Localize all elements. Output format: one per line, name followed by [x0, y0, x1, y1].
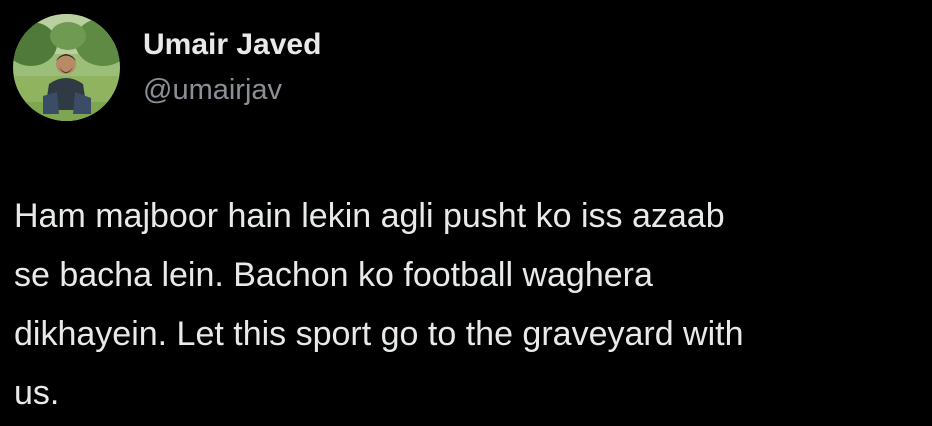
- author-avatar[interactable]: [13, 14, 120, 121]
- author-handle[interactable]: @umairjav: [143, 74, 282, 107]
- tweet-card: Umair Javed @umairjav Ham majboor hain l…: [0, 0, 932, 426]
- tweet-text: Ham majboor hain lekin agli pusht ko iss…: [14, 197, 744, 412]
- avatar-photo-icon: [13, 14, 120, 121]
- author-display-name[interactable]: Umair Javed: [143, 28, 321, 62]
